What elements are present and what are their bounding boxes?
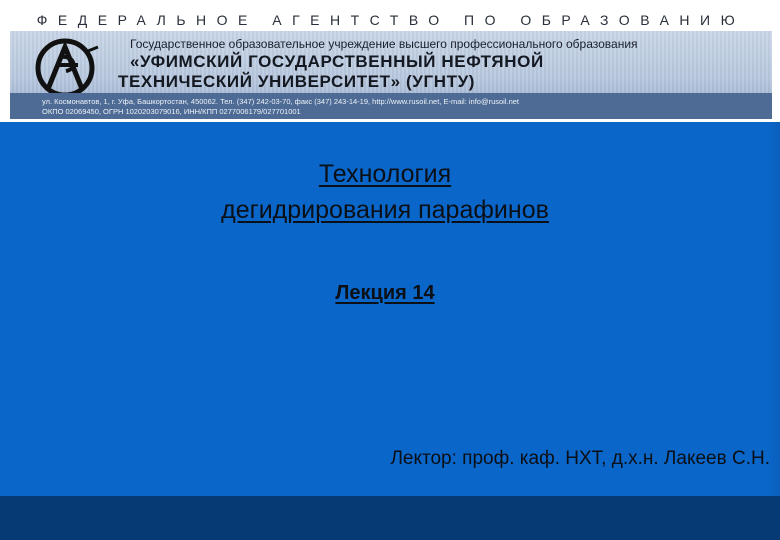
university-subtitle: Государственное образовательное учрежден… [130, 37, 638, 51]
presentation-slide: ФЕДЕРАЛЬНОЕ АГЕНТСТВО ПО ОБРАЗОВАНИЮ Гос… [0, 0, 780, 540]
contact-line2: ОКПО 02069450, ОГРН 1020203079016, ИНН/К… [42, 107, 301, 116]
lecturer-info: Лектор: проф. каф. НХТ, д.х.н. Лакеев С.… [390, 448, 770, 469]
right-edge-shade [768, 122, 780, 540]
university-name-line2: ТЕХНИЧЕСКИЙ УНИВЕРСИТЕТ» (УГНТУ) [118, 72, 476, 91]
slide-title: Технология дегидрирования парафинов [120, 156, 650, 228]
lecture-number: Лекция 14 [240, 282, 530, 305]
university-banner: Государственное образовательное учрежден… [10, 31, 772, 119]
university-name-line1: «УФИМСКИЙ ГОСУДАРСТВЕННЫЙ НЕФТЯНОЙ [130, 52, 544, 71]
contact-line1: ул. Космонавтов, 1, г. Уфа, Башкортостан… [42, 97, 520, 106]
agency-name: ФЕДЕРАЛЬНОЕ АГЕНТСТВО ПО ОБРАЗОВАНИЮ [36, 12, 746, 28]
title-line2: дегидрирования парафинов [221, 196, 549, 224]
slide-footer-bar [0, 496, 780, 540]
university-letterhead: ФЕДЕРАЛЬНОЕ АГЕНТСТВО ПО ОБРАЗОВАНИЮ Гос… [0, 0, 780, 122]
lecture-label: Лекция 14 [335, 282, 435, 304]
university-emblem-icon [35, 38, 99, 98]
title-line1: Технология [318, 160, 452, 188]
slide-body: Технология дегидрирования парафинов Лекц… [0, 122, 780, 540]
